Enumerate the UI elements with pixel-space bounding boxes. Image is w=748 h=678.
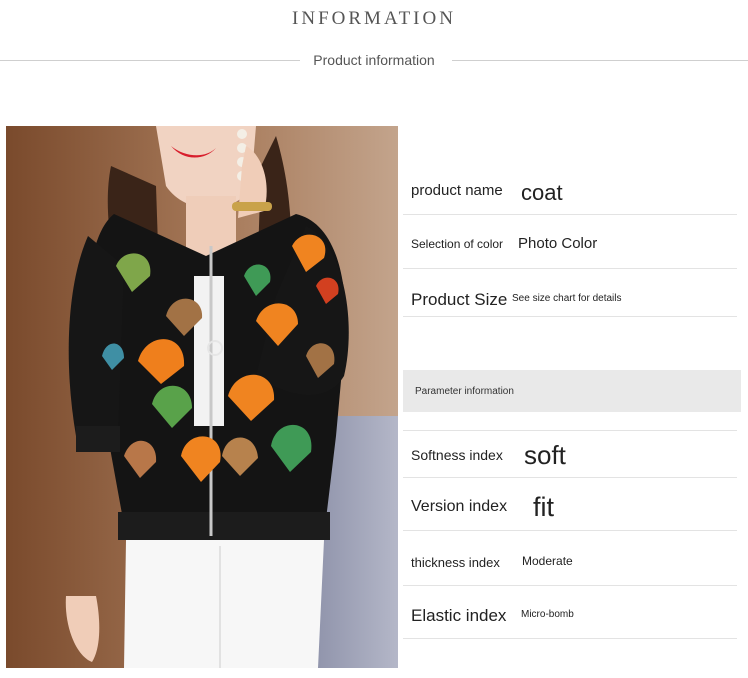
version-row: Version index fit [403,478,737,531]
thickness-row: thickness index Moderate [403,533,737,586]
product-photo [6,126,398,668]
section-subtitle-text: Product information [301,52,447,68]
size-label: Product Size [411,290,508,309]
version-value: fit [533,492,555,522]
thickness-value: Moderate [522,554,573,568]
size-value: See size chart for details [512,293,622,304]
elastic-value: Micro-bomb [521,609,574,620]
product-name-label: product name [411,182,503,199]
softness-value: soft [524,440,566,470]
color-row: Selection of color Photo Color [403,226,737,269]
page-title: INFORMATION [292,8,456,29]
color-label: Selection of color [411,237,504,251]
parameter-section-label: Parameter information [415,386,514,397]
size-row: Product Size See size chart for details [403,282,737,317]
section-subtitle: Product information [0,52,748,68]
softness-row: Softness index soft [403,430,737,478]
product-name-value: coat [521,180,563,205]
version-label: Version index [411,498,508,515]
elastic-label: Elastic index [411,606,507,625]
softness-label: Softness index [411,447,503,463]
parameter-section-header: Parameter information [403,370,741,412]
product-name-row: product name coat [403,170,737,215]
color-value: Photo Color [518,235,598,252]
product-photo-illustration [6,126,398,668]
elastic-row: Elastic index Micro-bomb [403,588,737,639]
thickness-label: thickness index [411,555,500,570]
